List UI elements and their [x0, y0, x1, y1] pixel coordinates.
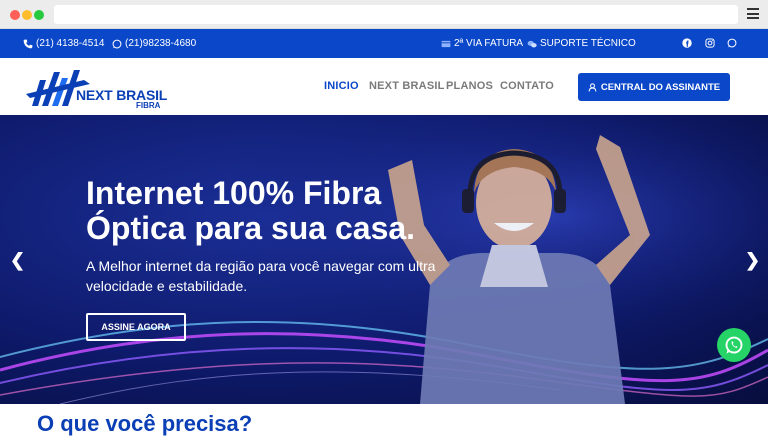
hero-title: Internet 100% Fibra Óptica para sua casa… [86, 175, 416, 246]
browser-bar [0, 0, 768, 29]
subscriber-center-button[interactable]: CENTRAL DO ASSINANTE [578, 73, 730, 101]
nav-planos[interactable]: PLANOS [446, 80, 493, 92]
invoice-label: 2ª VIA FATURA [454, 38, 524, 49]
phone-link[interactable]: (21) 4138-4514 [23, 38, 104, 49]
carousel-next-icon[interactable]: ❯ [745, 250, 760, 271]
section-heading: O que você precisa? [37, 411, 253, 436]
address-bar[interactable] [54, 5, 738, 24]
hero-banner: Internet 100% Fibra Óptica para sua casa… [0, 115, 768, 404]
invoice-icon [441, 40, 451, 47]
whatsapp-number: (21)98238-4680 [125, 38, 197, 49]
phone-number: (21) 4138-4514 [36, 38, 105, 49]
support-link[interactable]: SUPORTE TÉCNICO [527, 38, 636, 49]
menu-icon[interactable] [747, 8, 759, 19]
support-label: SUPORTE TÉCNICO [540, 38, 636, 49]
site-header: NEXT BRASIL FIBRA INICIO NEXT BRASIL PLA… [0, 58, 768, 115]
brand-subname: FIBRA [136, 101, 161, 110]
subscribe-now-button[interactable]: ASSINE AGORA [86, 313, 186, 341]
invoice-link[interactable]: 2ª VIA FATURA [441, 38, 523, 49]
facebook-icon[interactable] [682, 38, 692, 48]
nav-next-brasil[interactable]: NEXT BRASIL [369, 80, 445, 92]
instagram-icon[interactable] [705, 38, 715, 48]
maximize-window-dot[interactable] [34, 10, 44, 20]
contact-topbar: (21) 4138-4514 (21)98238-4680 2ª VIA FAT… [0, 29, 768, 58]
whatsapp-social-icon[interactable] [727, 38, 737, 48]
phone-icon [23, 39, 33, 48]
nav-inicio[interactable]: INICIO [324, 80, 359, 92]
whatsapp-icon [112, 39, 122, 48]
close-window-dot[interactable] [10, 10, 20, 20]
support-icon [527, 40, 537, 47]
nav-contato[interactable]: CONTATO [500, 80, 554, 92]
whatsapp-chat-icon [725, 336, 743, 354]
whatsapp-float-button[interactable] [717, 328, 751, 362]
whatsapp-link[interactable]: (21)98238-4680 [112, 38, 196, 49]
user-icon [588, 82, 597, 91]
carousel-prev-icon[interactable]: ❮ [10, 250, 25, 271]
hero-subtitle: A Melhor internet da região para você na… [86, 258, 436, 294]
subscriber-center-label: CENTRAL DO ASSINANTE [600, 81, 721, 93]
minimize-window-dot[interactable] [22, 10, 32, 20]
